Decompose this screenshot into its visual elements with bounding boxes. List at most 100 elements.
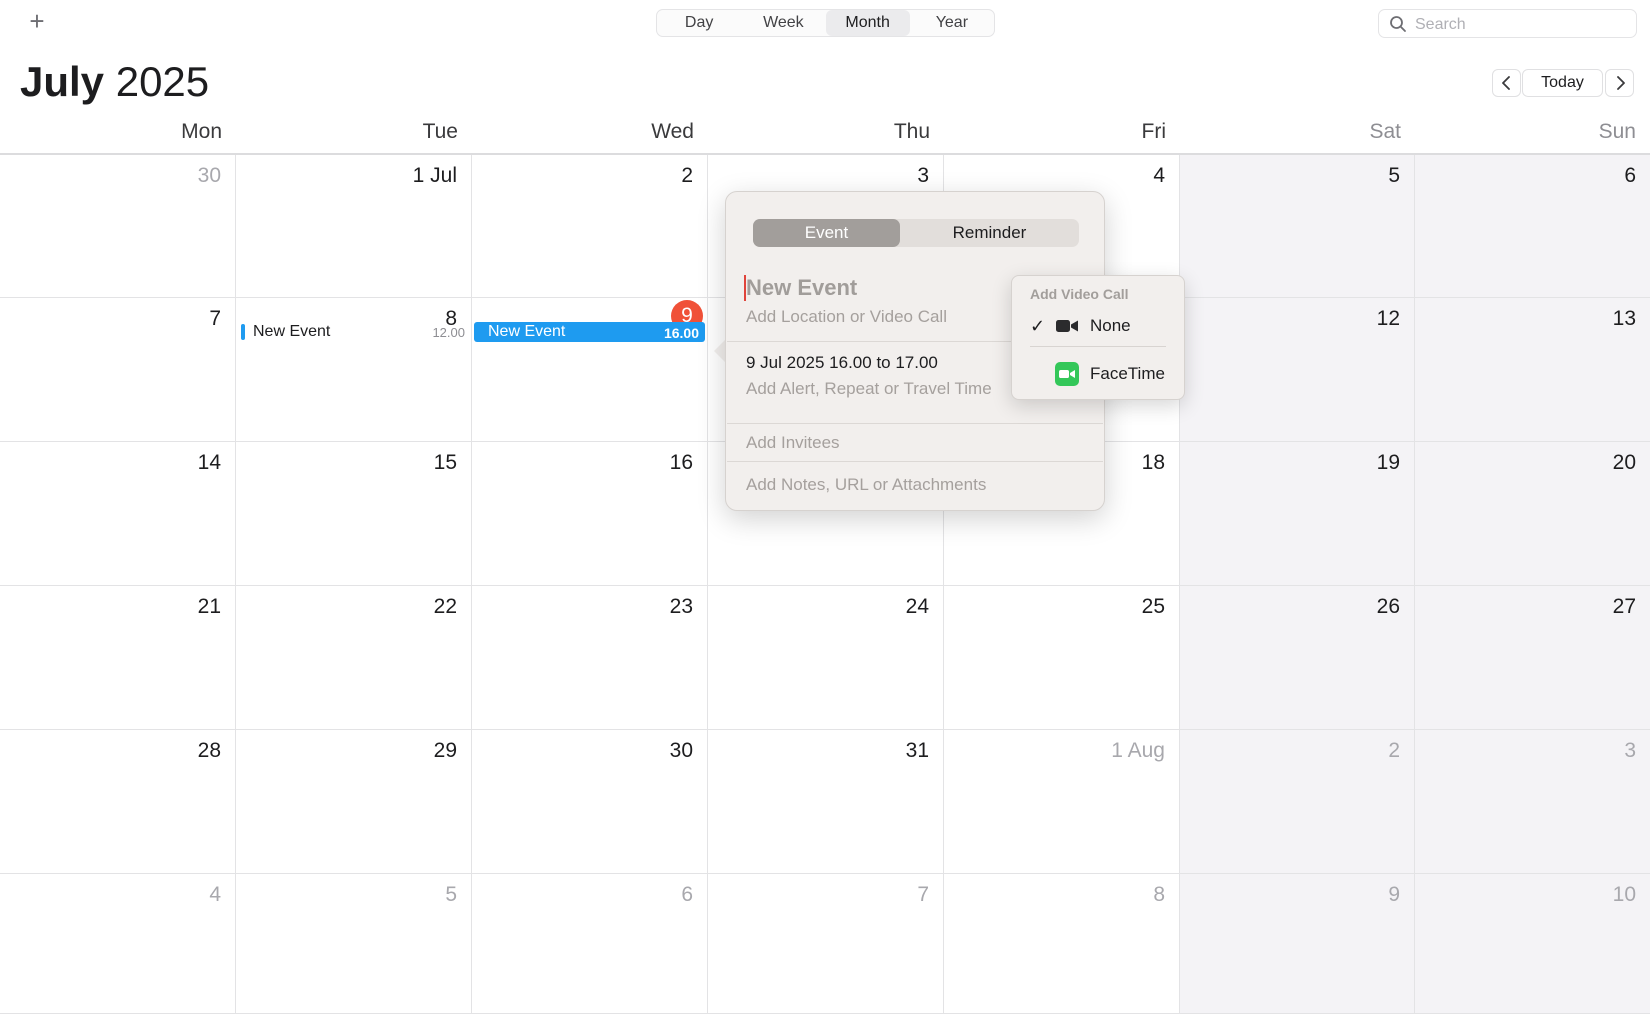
menu-item-label: None	[1090, 316, 1131, 335]
event-datetime[interactable]: 9 Jul 2025 16.00 to 17.00	[746, 352, 938, 374]
day-number: 13	[1612, 307, 1636, 330]
event-title-field[interactable]: New Event	[746, 272, 1046, 304]
day-number: 18	[1141, 451, 1165, 474]
day-cell[interactable]: 8 New Event 12.00	[236, 298, 472, 442]
previous-month-button[interactable]	[1492, 69, 1521, 97]
day-cell[interactable]: 20	[1415, 442, 1650, 586]
day-number: 8	[1153, 883, 1165, 906]
weekday-label: Mon	[181, 120, 222, 143]
day-cell[interactable]: 19	[1180, 442, 1415, 586]
day-number: 29	[433, 739, 457, 762]
tab-event[interactable]: Event	[753, 219, 900, 247]
day-number: 12	[1376, 307, 1400, 330]
day-cell[interactable]: 2	[1180, 730, 1415, 874]
day-cell[interactable]: 2	[472, 155, 708, 298]
day-number: 7	[917, 883, 929, 906]
day-cell[interactable]: 3	[1415, 730, 1650, 874]
weekday-label: Wed	[651, 120, 694, 143]
day-number: 16	[669, 451, 693, 474]
divider	[727, 461, 1103, 462]
calendar-event[interactable]: New Event 12.00	[241, 322, 465, 342]
event-type-switcher: Event Reminder	[753, 219, 1079, 247]
day-cell[interactable]: 12	[1180, 298, 1415, 442]
next-month-button[interactable]	[1605, 69, 1634, 97]
day-cell[interactable]: 4	[0, 874, 236, 1014]
day-number: 30	[669, 739, 693, 762]
invitees-field[interactable]: Add Invitees	[746, 432, 840, 454]
day-number: 10	[1612, 883, 1636, 906]
day-number: 20	[1612, 451, 1636, 474]
day-number: 6	[681, 883, 693, 906]
search-input[interactable]	[1413, 12, 1627, 38]
search-icon	[1390, 16, 1406, 32]
day-number: 27	[1612, 595, 1636, 618]
search-field	[1378, 9, 1637, 38]
event-time: 12.00	[432, 325, 465, 340]
day-cell[interactable]: 31	[708, 730, 944, 874]
day-number: 2	[1388, 739, 1400, 762]
day-number: 4	[1153, 164, 1165, 187]
today-button[interactable]: Today	[1522, 69, 1603, 97]
tab-day[interactable]: Day	[657, 10, 741, 36]
day-cell[interactable]: 10	[1415, 874, 1650, 1014]
facetime-icon	[1055, 362, 1079, 386]
day-cell[interactable]: 24	[708, 586, 944, 730]
day-cell[interactable]: 14	[0, 442, 236, 586]
day-number: 2	[681, 164, 693, 187]
view-switcher: Day Week Month Year	[656, 9, 995, 37]
video-camera-icon	[1056, 320, 1078, 332]
day-number: 6	[1624, 164, 1636, 187]
day-cell[interactable]: 6	[1415, 155, 1650, 298]
day-number: 7	[209, 307, 221, 330]
day-cell[interactable]: 5	[1180, 155, 1415, 298]
day-cell[interactable]: 29	[236, 730, 472, 874]
day-cell[interactable]: 21	[0, 586, 236, 730]
selected-event[interactable]: New Event 16.00	[474, 322, 705, 342]
menu-item-none[interactable]: ✓ None	[1012, 310, 1184, 342]
day-cell[interactable]: 13	[1415, 298, 1650, 442]
tab-week[interactable]: Week	[741, 10, 825, 36]
title-year: 2025	[115, 58, 210, 105]
event-color-bar	[241, 324, 245, 340]
day-cell[interactable]: 15	[236, 442, 472, 586]
day-number: 1 Jul	[412, 164, 457, 187]
day-cell[interactable]: 30	[0, 155, 236, 298]
day-number: 5	[1388, 164, 1400, 187]
tab-month[interactable]: Month	[825, 10, 910, 36]
add-event-button[interactable]: +	[26, 8, 48, 34]
weekday-label: Sun	[1598, 120, 1636, 143]
day-cell[interactable]: 27	[1415, 586, 1650, 730]
event-name: New Event	[488, 323, 566, 340]
day-cell[interactable]: 5	[236, 874, 472, 1014]
day-cell[interactable]: 1 Aug	[944, 730, 1180, 874]
day-cell[interactable]: 26	[1180, 586, 1415, 730]
weekday-label: Tue	[422, 120, 458, 143]
menu-divider	[1030, 346, 1166, 347]
day-cell[interactable]: 7	[708, 874, 944, 1014]
day-cell[interactable]: 1 Jul	[236, 155, 472, 298]
day-cell[interactable]: 9 New Event 16.00	[472, 298, 708, 442]
day-cell[interactable]: 28	[0, 730, 236, 874]
day-cell[interactable]: 7	[0, 298, 236, 442]
day-cell[interactable]: 16	[472, 442, 708, 586]
location-field[interactable]: Add Location or Video Call	[746, 306, 947, 328]
day-number: 23	[669, 595, 693, 618]
notes-field[interactable]: Add Notes, URL or Attachments	[746, 474, 986, 496]
day-cell[interactable]: 23	[472, 586, 708, 730]
day-number: 14	[197, 451, 221, 474]
menu-header: Add Video Call	[1030, 286, 1129, 302]
alert-repeat-field[interactable]: Add Alert, Repeat or Travel Time	[746, 378, 992, 400]
weekday-label: Thu	[893, 120, 930, 143]
day-cell[interactable]: 8	[944, 874, 1180, 1014]
tab-year[interactable]: Year	[910, 10, 994, 36]
tab-reminder[interactable]: Reminder	[900, 219, 1079, 247]
day-cell[interactable]: 25	[944, 586, 1180, 730]
day-cell[interactable]: 22	[236, 586, 472, 730]
day-cell[interactable]: 30	[472, 730, 708, 874]
menu-item-facetime[interactable]: FaceTime	[1012, 358, 1184, 390]
day-cell[interactable]: 6	[472, 874, 708, 1014]
day-number: 19	[1376, 451, 1400, 474]
day-cell[interactable]: 9	[1180, 874, 1415, 1014]
day-number: 4	[209, 883, 221, 906]
chevron-left-icon	[1501, 76, 1510, 90]
